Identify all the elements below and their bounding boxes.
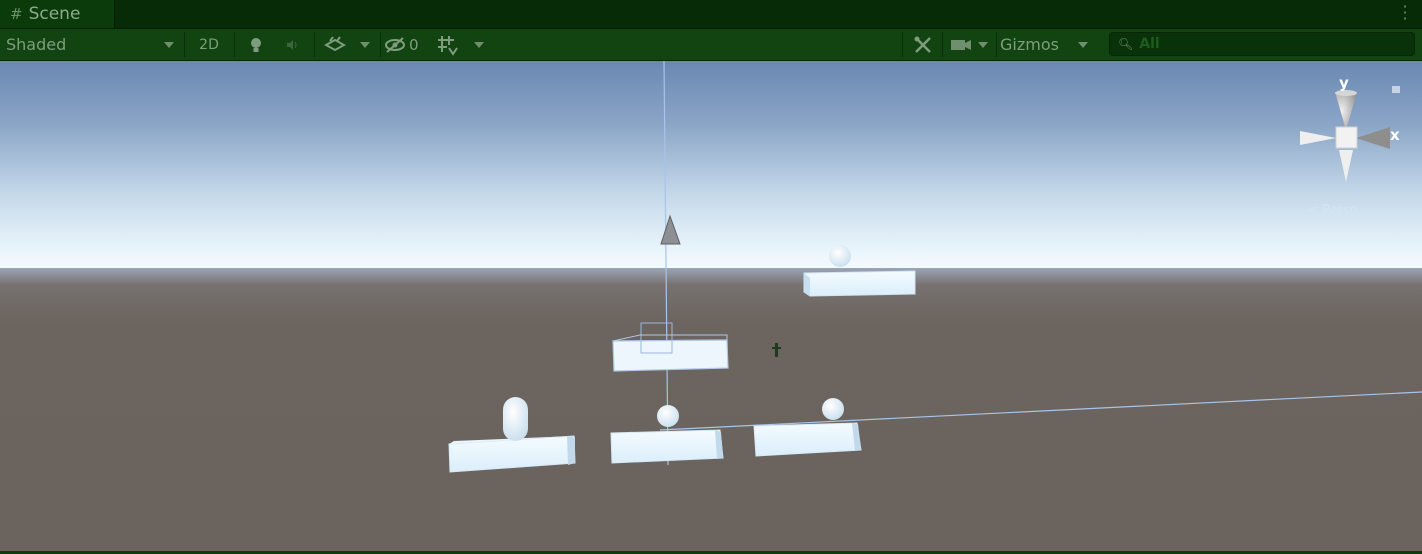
projection-label: < Persp: [1307, 203, 1358, 218]
tab-scene[interactable]: # Scene: [0, 0, 115, 28]
scene-visibility-toggle[interactable]: 0: [384, 29, 428, 60]
lock-icon: [1392, 86, 1400, 93]
tools-icon: [914, 36, 931, 53]
chevron-down-icon: [360, 42, 370, 48]
effects-dropdown[interactable]: [318, 29, 376, 60]
grid-snap-icon: [438, 35, 458, 56]
sphere-front-right: [822, 398, 844, 420]
2d-mode-toggle[interactable]: 2D: [190, 29, 228, 60]
audio-toggle[interactable]: [276, 29, 308, 60]
gizmo-label-x: x: [1390, 126, 1400, 144]
gizmos-dropdown[interactable]: Gizmos: [1000, 29, 1096, 60]
visibility-icon: [385, 36, 405, 53]
chevron-down-icon: [164, 42, 174, 48]
tab-bar: # Scene · · ·: [0, 0, 1422, 29]
platform-front-right: [753, 422, 862, 457]
scene-viewport[interactable]: y x < Persp: [0, 61, 1422, 551]
scene-search[interactable]: 🔍︎: [1109, 32, 1415, 56]
scene-render[interactable]: y x < Persp: [0, 61, 1422, 551]
lightbulb-icon: [251, 37, 261, 52]
shading-mode-dropdown[interactable]: Shaded: [0, 29, 183, 60]
sphere-front-middle: [657, 405, 679, 427]
capsule: [503, 397, 528, 441]
more-options-icon[interactable]: · · ·: [1402, 0, 1408, 27]
gizmos-label: Gizmos: [1000, 35, 1059, 54]
tools-button[interactable]: [906, 29, 940, 60]
sphere-far-right: [829, 245, 851, 267]
search-icon: 🔍︎: [1118, 37, 1134, 51]
chevron-down-icon: [474, 42, 484, 48]
platform-front-middle: [610, 429, 724, 464]
shading-mode-label: Shaded: [6, 35, 67, 54]
gizmo-label-y: y: [1339, 74, 1349, 92]
gizmo-center-cube: [1335, 126, 1358, 149]
chevron-down-icon: [978, 42, 988, 48]
platform-selected: [612, 339, 729, 372]
camera-icon: [951, 39, 971, 50]
camera-settings-dropdown[interactable]: [946, 29, 994, 60]
platform-far-right: [803, 270, 916, 297]
hidden-count: 0: [409, 35, 419, 54]
sky: [0, 61, 1422, 276]
grid-icon: #: [10, 5, 23, 23]
ground-plane: [0, 268, 1422, 551]
lighting-toggle[interactable]: [240, 29, 272, 60]
tab-scene-label: Scene: [28, 4, 81, 24]
chevron-down-icon: [1078, 42, 1088, 48]
scene-toolbar: Shaded 2D 0 Gizmos 🔍︎ All: [0, 29, 1422, 61]
audio-icon: [287, 39, 297, 50]
grid-snap-dropdown[interactable]: [432, 29, 492, 60]
2d-label: 2D: [199, 36, 219, 53]
effects-icon: [324, 35, 346, 51]
search-input[interactable]: [1137, 35, 1402, 53]
